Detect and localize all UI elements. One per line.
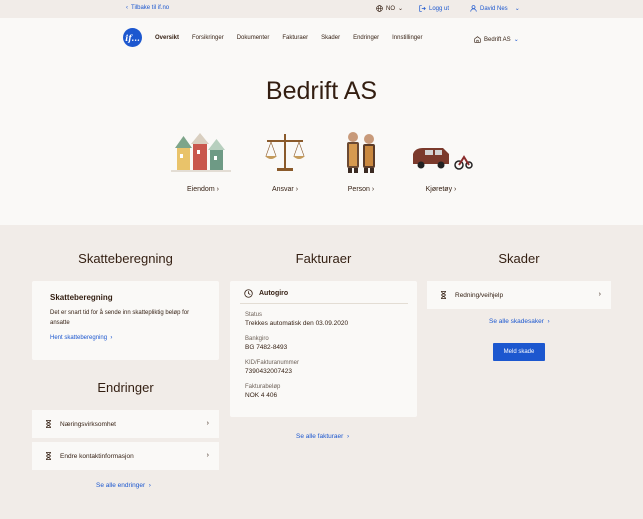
endring-label: Næringsvirksomhet [60, 420, 116, 428]
field-value: BG 7482-8493 [245, 344, 288, 351]
field-label: Bankgiro [245, 336, 269, 342]
divider [240, 303, 408, 304]
faktura-card: Autogiro Status Trekkes automatisk den 0… [230, 281, 417, 417]
back-to-if-link[interactable]: ‹ Tilbake til if.no [126, 5, 169, 11]
nav-item-innstillinger[interactable]: Innstillinger [392, 35, 422, 41]
autogiro-title: Autogiro [259, 290, 289, 297]
user-icon [470, 5, 477, 12]
category-person[interactable]: Person › [326, 130, 396, 193]
link-label: Se alle fakturaer [296, 433, 344, 440]
skatteberegning-card-title: Skatteberegning [50, 293, 113, 302]
faktura-field-belop: Fakturabeløp NOK 4 406 [245, 384, 280, 399]
chevron-right-icon: › [598, 291, 601, 298]
field-label: Fakturabeløp [245, 384, 281, 390]
skade-item-redning[interactable]: Redning/veihjelp › [427, 281, 611, 309]
chevron-down-icon: ⌄ [514, 6, 520, 12]
chevron-down-icon: ⌄ [513, 37, 519, 43]
vehicle-illustration-icon [413, 148, 473, 170]
skatteberegning-card: Skatteberegning Det er snart tid for å s… [32, 281, 219, 360]
skader-section-title: Skader [498, 251, 540, 266]
back-label: Tilbake til if.no [131, 5, 170, 11]
endringer-section-title: Endringer [97, 380, 154, 395]
meld-skade-button[interactable]: Meld skade [493, 343, 545, 361]
se-alle-fakturaer-link[interactable]: Se alle fakturaer › [296, 433, 349, 440]
skatteberegning-section-title: Skatteberegning [78, 251, 173, 266]
logout-label: Logg ut [429, 5, 450, 12]
chevron-right-icon: › [206, 420, 209, 427]
faktura-field-status: Status Trekkes automatisk den 03.09.2020 [245, 312, 348, 327]
people-illustration-icon [347, 132, 375, 173]
chevron-left-icon: ‹ [126, 5, 128, 11]
main-nav: Oversikt Forsikringer Dokumenter Faktura… [155, 35, 435, 41]
link-label: Hent skatteberegning [50, 335, 108, 341]
category-label: Eiendom [187, 186, 215, 193]
nav-item-endringer[interactable]: Endringer [353, 35, 379, 41]
page-title: Bedrift AS [265, 77, 378, 105]
category-ansvar[interactable]: Ansvar › [250, 130, 320, 193]
top-bar: ‹ Tilbake til if.no NO ⌄ Logg ut David N… [0, 0, 643, 18]
hourglass-icon [46, 420, 51, 428]
hent-skatteberegning-link[interactable]: Hent skatteberegning › [50, 335, 112, 341]
autogiro-icon [244, 289, 253, 298]
houses-illustration-icon [171, 133, 231, 172]
field-value: 7390432007423 [245, 368, 292, 375]
link-label: Se alle endringer [96, 482, 146, 489]
endring-label: Endre kontaktinformasjon [60, 452, 134, 460]
language-label: NO [386, 5, 395, 12]
faktura-field-bankgiro: Bankgiro BG 7482-8493 [245, 336, 287, 351]
chevron-right-icon: › [206, 452, 209, 459]
nav-item-dokumenter[interactable]: Dokumenter [237, 35, 270, 41]
building-icon [474, 36, 481, 43]
link-label: Se alle skadesaker [489, 318, 544, 325]
endring-item-kontaktinformasjon[interactable]: Endre kontaktinformasjon › [32, 442, 219, 470]
scales-illustration-icon [265, 134, 305, 171]
field-value: Trekkes automatisk den 03.09.2020 [245, 320, 349, 327]
category-kjoretoy[interactable]: Kjøretøy › [406, 130, 476, 193]
nav-item-forsikringer[interactable]: Forsikringer [192, 35, 224, 41]
skatteberegning-text: Det er snart tid for å sende inn skattep… [50, 310, 190, 326]
chevron-down-icon: ⌄ [398, 6, 404, 12]
header-section [0, 18, 643, 225]
se-alle-skadesaker-link[interactable]: Se alle skadesaker › [489, 318, 550, 325]
skade-label: Redning/veihjelp [455, 291, 504, 299]
nav-item-fakturaer[interactable]: Fakturaer [282, 35, 308, 41]
category-eiendom[interactable]: Eiendom › [168, 130, 238, 193]
logout-icon [419, 5, 426, 12]
globe-icon [376, 5, 383, 12]
language-selector[interactable]: NO ⌄ [376, 5, 403, 12]
logo-text: if... [125, 32, 140, 43]
category-label: Kjøretøy [425, 186, 453, 193]
company-name: Bedrift AS [484, 36, 511, 43]
faktura-field-kid: KID/Fakturanummer 7390432007423 [245, 360, 299, 375]
endring-item-naeringsvirksomhet[interactable]: Næringsvirksomhet › [32, 410, 219, 438]
category-label: Ansvar [271, 186, 294, 193]
hourglass-icon [46, 452, 51, 460]
hourglass-icon [441, 291, 446, 299]
se-alle-endringer-link[interactable]: Se alle endringer › [96, 482, 151, 489]
logout-link[interactable]: Logg ut [419, 5, 449, 12]
field-value: NOK 4 406 [245, 392, 278, 399]
nav-item-oversikt[interactable]: Oversikt [155, 35, 179, 41]
fakturaer-section-title: Fakturaer [295, 251, 352, 266]
category-label: Person [347, 186, 370, 193]
user-menu[interactable]: David Nes ⌄ [470, 5, 520, 12]
if-logo[interactable]: if... [123, 28, 142, 47]
nav-item-skader[interactable]: Skader [321, 35, 340, 41]
field-label: Status [245, 312, 263, 318]
field-label: KID/Fakturanummer [245, 360, 300, 366]
user-name: David Nes [480, 5, 508, 12]
company-selector[interactable]: Bedrift AS ⌄ [474, 36, 519, 43]
